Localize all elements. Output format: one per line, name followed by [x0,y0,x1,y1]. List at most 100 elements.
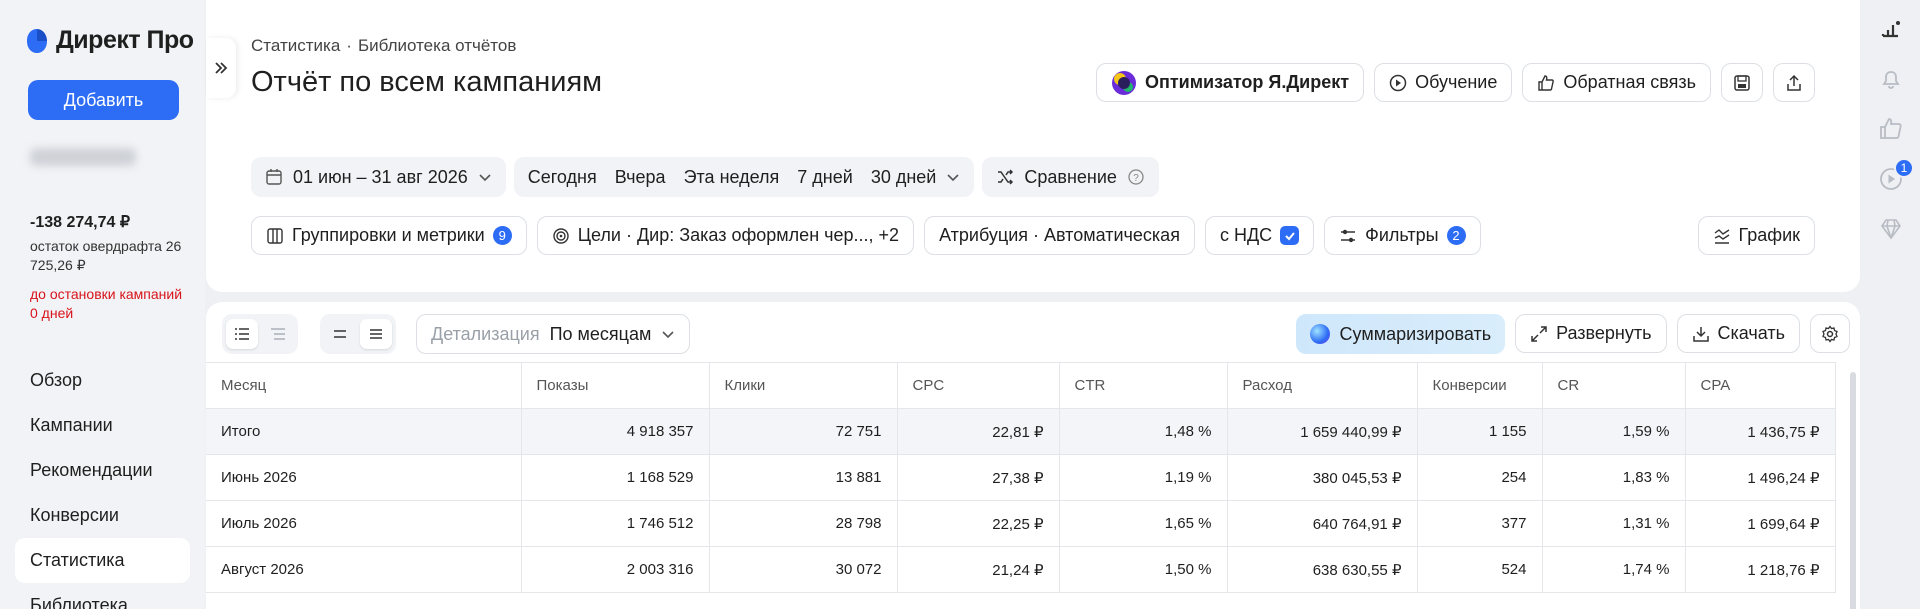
stop-warning[interactable]: до остановки кампаний 0 дней [30,285,190,323]
summarize-button[interactable]: Суммаризировать [1295,314,1506,354]
sidebar-item-conversions[interactable]: Конверсии [15,493,190,538]
table-cell: 640 764,91 ₽ [1227,500,1418,547]
sidebar-item-overview[interactable]: Обзор [15,358,190,403]
logo-text: Директ Про [56,26,194,54]
table-cell: 1 218,76 ₽ [1685,546,1836,593]
table-cell: 1 659 440,99 ₽ [1227,408,1418,455]
table-cell: 1,50 % [1059,546,1228,593]
col-header-cpc[interactable]: CPC [897,362,1060,409]
list-view-button[interactable] [226,319,258,349]
breadcrumb-library[interactable]: Библиотека отчётов [358,36,516,56]
date-range-picker[interactable]: 01 июн – 31 авг 2026 [251,157,506,197]
download-button[interactable]: Скачать [1676,314,1800,353]
detail-label: Детализация [431,323,540,344]
help-icon[interactable]: ? [1127,168,1145,186]
chart-button[interactable]: График [1697,216,1815,255]
signal-bars-icon[interactable] [1878,16,1904,42]
columns-icon [267,227,283,244]
table-cell: 1,74 % [1542,546,1686,593]
share-button[interactable] [1773,63,1815,102]
table-header-row: Месяц Показы Клики CPC CTR Расход Конвер… [206,362,1836,409]
chevron-down-icon [662,331,674,339]
table-row[interactable]: Июнь 2026 1 168 529 13 881 27,38 ₽ 1,19 … [206,454,1836,501]
chart-lines-icon [1714,228,1729,244]
report-table-panel: Детализация По месяцам Суммаризировать Р… [206,302,1860,609]
table-cell: 2 003 316 [521,546,710,593]
table-row[interactable]: Июль 2026 1 746 512 28 798 22,25 ₽ 1,65 … [206,500,1836,547]
download-icon [1692,326,1709,342]
add-button[interactable]: Добавить [28,80,179,120]
col-header-month[interactable]: Месяц [206,362,522,409]
check-icon [1284,231,1295,240]
right-rail: 1 [1862,0,1920,609]
attribution-button[interactable]: Атрибуция · Автоматическая [924,216,1195,255]
sidebar-item-library[interactable]: Библиотека [15,583,190,609]
detail-value: По месяцам [549,323,652,344]
table-cell: 1 168 529 [521,454,710,501]
optimizer-label: Оптимизатор Я.Директ [1144,72,1350,92]
expand-button[interactable]: Развернуть [1515,314,1667,353]
table-scrollbar[interactable] [1850,372,1856,609]
col-header-spend[interactable]: Расход [1227,362,1418,409]
settings-button[interactable] [1810,314,1850,353]
learning-button[interactable]: Обучение [1374,63,1513,102]
sidebar-item-statistics[interactable]: Статистика [15,538,190,583]
logo[interactable]: Директ Про [26,26,194,55]
table-row[interactable]: Август 2026 2 003 316 30 072 21,24 ₽ 1,5… [206,546,1836,593]
download-label: Скачать [1717,323,1786,343]
compare-button[interactable]: Сравнение ? [982,157,1159,197]
table-cell: 524 [1417,546,1543,593]
filters-button[interactable]: Фильтры 2 [1324,216,1481,255]
two-lines-icon [334,330,346,338]
sidebar-item-campaigns[interactable]: Кампании [15,403,190,448]
col-header-cr[interactable]: CR [1542,362,1686,409]
period-this-week[interactable]: Эта неделя [684,167,780,188]
table-cell: 380 045,53 ₽ [1227,454,1418,501]
bell-icon[interactable] [1878,66,1904,92]
chevron-down-icon[interactable] [946,170,960,184]
period-7-days[interactable]: 7 дней [797,167,853,188]
table-cell: 1,19 % [1059,454,1228,501]
table-cell: 1,48 % [1059,408,1228,455]
period-presets: Сегодня Вчера Эта неделя 7 дней 30 дней [513,157,975,197]
col-header-conversions[interactable]: Конверсии [1417,362,1543,409]
filters-count-badge: 2 [1446,226,1466,245]
col-header-clicks[interactable]: Клики [709,362,898,409]
col-header-cpa[interactable]: CPA [1685,362,1836,409]
account-login-blurred[interactable] [30,148,136,166]
table-total-row: Итого 4 918 357 72 751 22,81 ₽ 1,48 % 1 … [206,408,1836,455]
collapse-sidebar-button[interactable] [206,38,236,98]
table-cell: 638 630,55 ₽ [1227,546,1418,593]
period-today[interactable]: Сегодня [528,167,597,188]
attribution-label: Атрибуция · Автоматическая [939,225,1180,245]
optimizer-button[interactable]: Оптимизатор Я.Директ [1095,63,1365,102]
regular-density-button[interactable] [360,319,392,349]
table-cell: 1,59 % [1542,408,1686,455]
date-range-value: 01 июн – 31 авг 2026 [293,166,468,187]
goals-button[interactable]: Цели · Дир: Заказ оформлен чер..., +2 [536,216,915,255]
thumbs-up-icon [1538,74,1555,91]
optimizer-logo-icon [1111,70,1136,95]
save-button[interactable] [1721,63,1763,102]
thumbs-up-icon[interactable] [1878,116,1904,142]
table-cell: 1,65 % [1059,500,1228,547]
shuffle-icon [998,169,1014,185]
diamond-icon[interactable] [1878,216,1904,242]
period-30-days[interactable]: 30 дней [871,167,937,188]
groupings-button[interactable]: Группировки и метрики 9 [251,216,527,255]
share-icon [1787,74,1801,91]
page-title: Отчёт по всем кампаниям [251,66,603,98]
vat-toggle[interactable]: с НДС [1204,216,1315,255]
feedback-button[interactable]: Обратная связь [1522,63,1711,102]
col-header-ctr[interactable]: CTR [1059,362,1228,409]
compact-density-button[interactable] [324,319,356,349]
col-header-impressions[interactable]: Показы [521,362,710,409]
sidebar-item-recommendations[interactable]: Рекомендации [15,448,190,493]
table-cell: Август 2026 [206,546,522,593]
breadcrumb-statistics[interactable]: Статистика [251,36,340,56]
vat-checkbox[interactable] [1280,226,1300,245]
detail-select[interactable]: Детализация По месяцам [416,314,691,354]
tree-view-button[interactable] [262,319,294,349]
period-yesterday[interactable]: Вчера [615,167,666,188]
double-chevron-right-icon [215,62,228,74]
